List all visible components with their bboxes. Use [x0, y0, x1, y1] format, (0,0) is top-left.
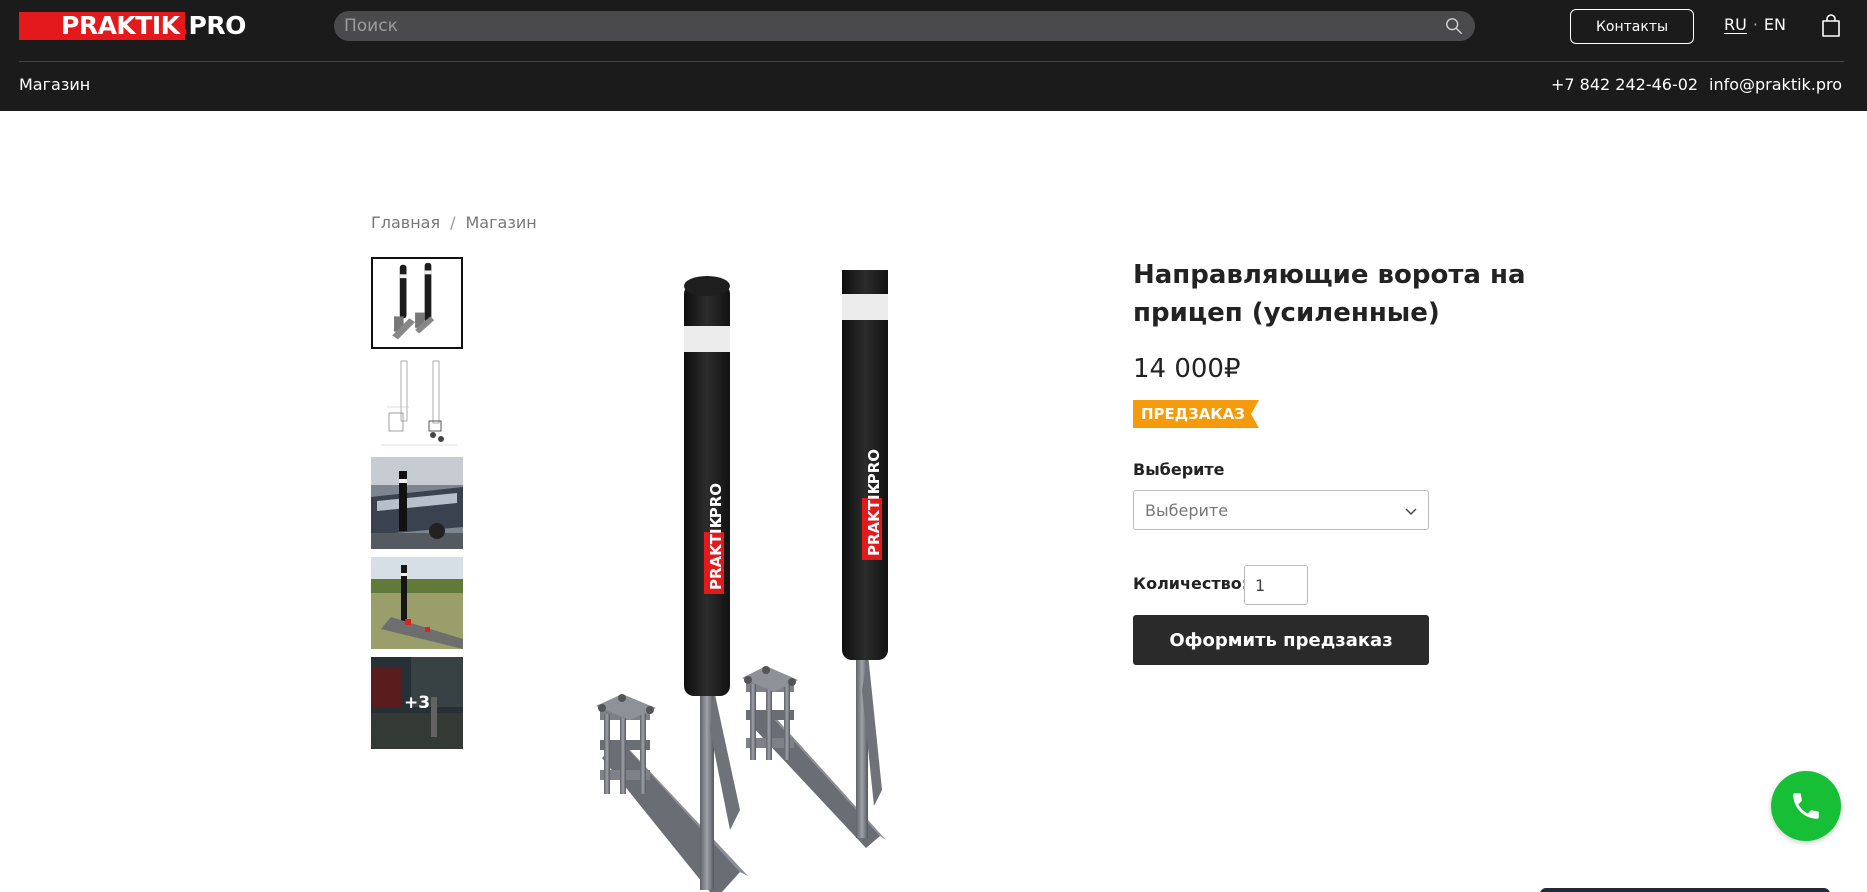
phone-link[interactable]: +7 842 242-46-02 — [1551, 75, 1698, 94]
more-images-overlay[interactable]: +3 — [371, 657, 463, 749]
svg-text:PRAKTIK: PRAKTIK — [865, 481, 883, 556]
thumbnail-photo-boat — [371, 457, 463, 549]
thumbnail-1[interactable] — [371, 257, 463, 349]
preorder-badge-label: ПРЕДЗАКАЗ — [1133, 400, 1251, 428]
thumbnail-photo-field — [371, 557, 463, 649]
logo-text: PRAKTIK.PRO — [61, 11, 246, 40]
preorder-badge: ПРЕДЗАКАЗ — [1133, 400, 1259, 428]
lang-separator: · — [1752, 15, 1758, 34]
search-bar — [334, 11, 1475, 41]
search-icon[interactable] — [1445, 17, 1463, 35]
preorder-button[interactable]: Оформить предзаказ — [1133, 615, 1429, 665]
svg-text:.PRO: .PRO — [707, 483, 725, 524]
option-select-label: Выберите — [1133, 460, 1225, 479]
breadcrumb-shop[interactable]: Магазин — [466, 213, 537, 232]
nav-shop-link[interactable]: Магазин — [19, 75, 90, 94]
product-title: Направляющие ворота на прицеп (усиленные… — [1133, 260, 1526, 328]
contacts-button[interactable]: Контакты — [1570, 9, 1694, 44]
call-button[interactable] — [1771, 771, 1841, 841]
thumbnail-product-image — [373, 259, 461, 347]
option-select[interactable]: Выберите — [1133, 490, 1429, 530]
language-switcher: RU · EN — [1724, 15, 1786, 34]
bottom-widget-edge — [1540, 888, 1830, 892]
thumbnail-3[interactable] — [371, 457, 463, 549]
lang-ru-link[interactable]: RU — [1724, 15, 1747, 34]
quantity-label: Количество: — [1133, 574, 1249, 593]
quantity-input[interactable] — [1244, 565, 1308, 605]
chevron-down-icon — [1405, 508, 1417, 515]
svg-text:PRAKTIK: PRAKTIK — [707, 515, 725, 590]
email-link[interactable]: info@praktik.pro — [1709, 75, 1842, 94]
breadcrumb-separator: / — [450, 213, 456, 232]
lang-en-link[interactable]: EN — [1764, 15, 1786, 34]
product-price: 14 000₽ — [1133, 354, 1241, 384]
phone-icon — [1793, 793, 1819, 819]
main-product-image[interactable]: PRAKTIK .PRO PRAKTIK .PRO — [580, 244, 940, 892]
breadcrumb: Главная / Магазин — [371, 213, 537, 232]
option-select-value: Выберите — [1145, 500, 1229, 520]
cart-icon[interactable] — [1820, 14, 1842, 38]
thumbnail-5[interactable]: +3 — [371, 657, 463, 749]
thumbnail-2[interactable] — [371, 357, 463, 449]
header-divider — [19, 61, 1844, 62]
svg-text:.PRO: .PRO — [865, 449, 883, 490]
product-render: PRAKTIK .PRO PRAKTIK .PRO — [596, 244, 888, 892]
badge-tail — [1250, 400, 1259, 428]
search-input[interactable] — [344, 11, 1434, 41]
logo[interactable]: PRAKTIK.PRO — [19, 12, 246, 40]
site-header: PRAKTIK.PRO Контакты RU · EN Магазин +7 … — [0, 0, 1867, 111]
breadcrumb-home[interactable]: Главная — [371, 213, 440, 232]
thumbnail-4[interactable] — [371, 557, 463, 649]
thumbnail-drawing-image — [371, 357, 463, 449]
